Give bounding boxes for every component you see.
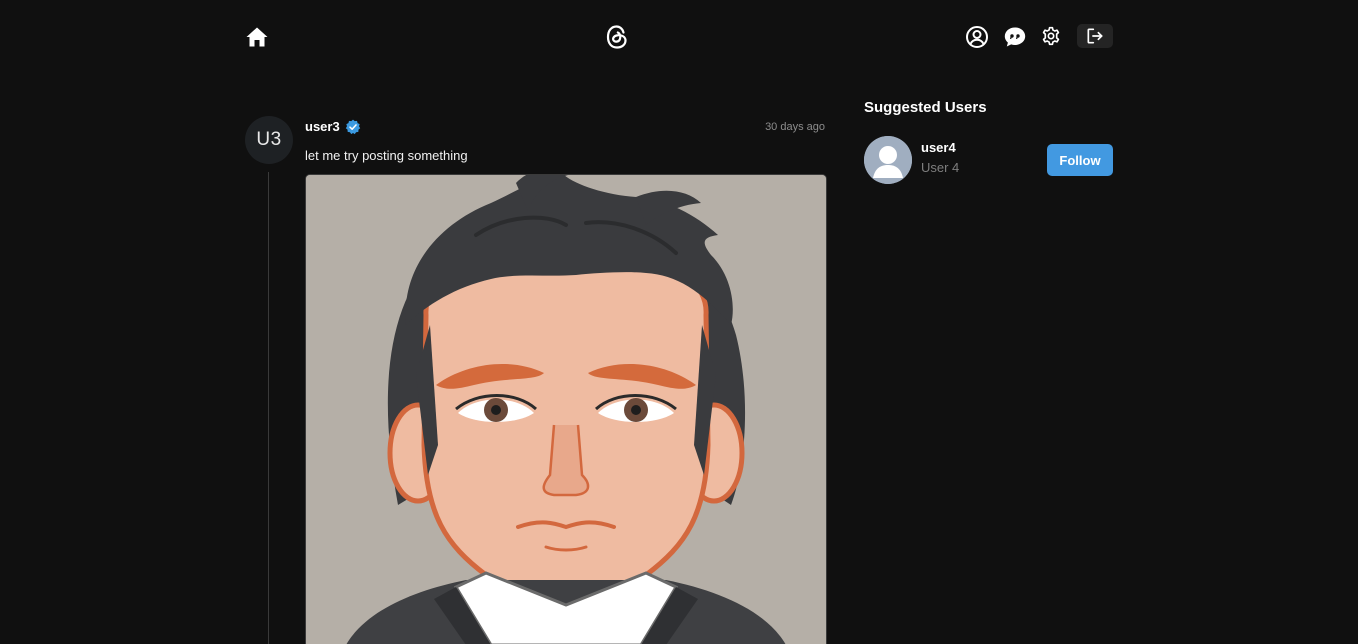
verified-badge-icon <box>345 119 361 135</box>
post-image[interactable] <box>305 174 827 644</box>
suggested-user-name: User 4 <box>921 160 960 175</box>
default-avatar-icon <box>864 136 912 184</box>
post-timestamp: 30 days ago <box>765 121 825 133</box>
cartoon-avatar-illustration <box>306 175 826 644</box>
post-username[interactable]: user3 <box>305 119 340 134</box>
thread-line <box>268 172 269 644</box>
user-profile-icon[interactable] <box>965 25 989 49</box>
post-author-avatar[interactable]: U3 <box>245 116 293 164</box>
home-icon[interactable] <box>245 25 269 49</box>
logout-icon[interactable] <box>1077 24 1113 48</box>
settings-gear-icon[interactable] <box>1040 25 1062 47</box>
post-text: let me try posting something <box>305 148 468 163</box>
app-page: U3 user3 30 days ago let me try posting … <box>0 0 1358 644</box>
threads-logo[interactable] <box>604 23 630 51</box>
follow-button[interactable]: Follow <box>1047 144 1113 176</box>
suggested-user-avatar[interactable] <box>864 136 912 184</box>
suggested-user-username[interactable]: user4 <box>921 140 956 155</box>
chat-icon[interactable] <box>1003 25 1027 49</box>
suggested-users-title: Suggested Users <box>864 99 987 116</box>
